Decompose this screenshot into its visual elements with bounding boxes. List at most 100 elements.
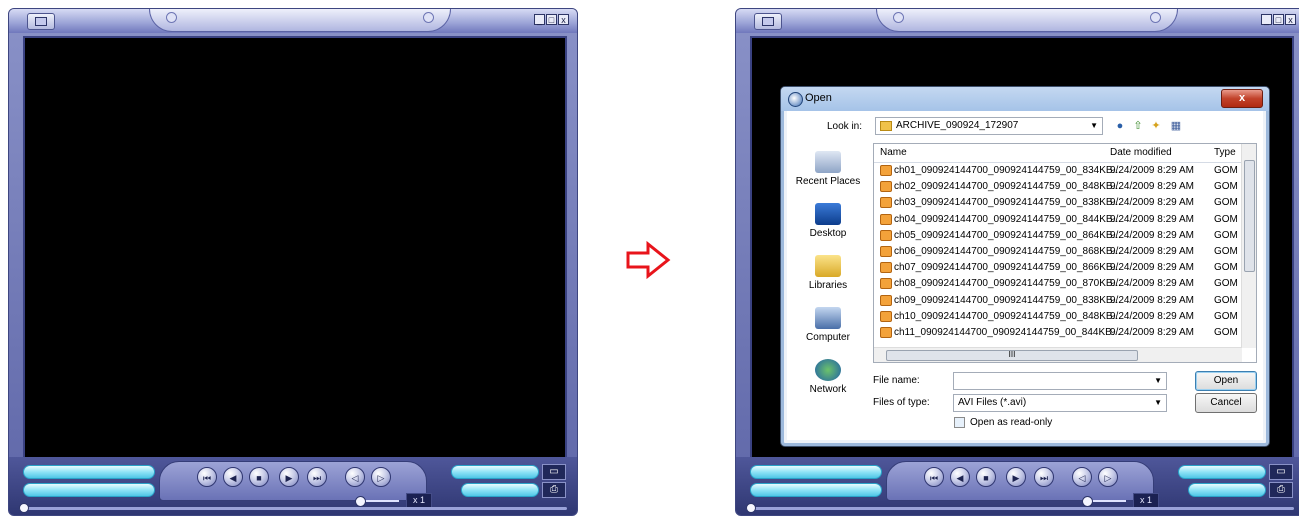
file-date: 9/24/2009 8:29 AM: [1110, 262, 1194, 274]
place-computer[interactable]: Computer: [793, 307, 863, 343]
notch-dot: [423, 12, 434, 23]
view-menu-icon[interactable]: ▦: [1169, 119, 1183, 133]
player-titlebar[interactable]: _ □ x: [736, 9, 1299, 33]
dialog-close-button[interactable]: x: [1221, 89, 1263, 108]
file-type: GOM I: [1214, 245, 1244, 257]
skip-back-icon[interactable]: ⏮: [197, 467, 217, 487]
place-libraries[interactable]: Libraries: [793, 255, 863, 291]
file-list[interactable]: Name Date modified Type ch01_09092414470…: [873, 143, 1257, 363]
seek-bar[interactable]: [746, 507, 1294, 510]
dialog-titlebar[interactable]: Open x: [781, 87, 1269, 111]
skip-forward-icon[interactable]: ⏭: [1034, 467, 1054, 487]
vertical-scroll-thumb[interactable]: [1244, 160, 1255, 272]
cancel-button[interactable]: Cancel: [1195, 393, 1257, 413]
maximize-button[interactable]: □: [546, 14, 557, 25]
maximize-button[interactable]: □: [1273, 14, 1284, 25]
seek-knob[interactable]: [746, 503, 756, 513]
folder-icon: [880, 121, 892, 131]
open-file-dialog: Open x Look in: ARCHIVE_090924_172907 ▼ …: [780, 86, 1270, 447]
file-row[interactable]: ch11_090924144700_090924144759_00_844KB.…: [874, 325, 1243, 341]
read-only-checkbox[interactable]: [954, 417, 965, 428]
recent-places-icon: [815, 151, 841, 173]
file-date: 9/24/2009 8:29 AM: [1110, 213, 1194, 225]
up-folder-icon[interactable]: ⇧: [1131, 119, 1145, 133]
video-file-icon: [880, 262, 892, 274]
file-date: 9/24/2009 8:29 AM: [1110, 310, 1194, 322]
frame-back-icon[interactable]: ◁: [1072, 467, 1092, 487]
column-name[interactable]: Name: [880, 147, 907, 158]
stop-icon[interactable]: ■: [976, 467, 996, 487]
info-bar-top: [750, 465, 882, 479]
column-date-modified[interactable]: Date modified: [1110, 147, 1172, 158]
file-row[interactable]: ch03_090924144700_090924144759_00_838KB.…: [874, 195, 1243, 211]
speed-slider-knob[interactable]: [1082, 496, 1093, 507]
frame-forward-icon[interactable]: ▷: [371, 467, 391, 487]
open-folder-icon[interactable]: ▭: [542, 464, 566, 480]
desktop-icon: [815, 203, 841, 225]
open-button[interactable]: Open: [1195, 371, 1257, 391]
file-row[interactable]: ch09_090924144700_090924144759_00_838KB.…: [874, 293, 1243, 309]
frame-forward-icon[interactable]: ▷: [1098, 467, 1118, 487]
file-date: 9/24/2009 8:29 AM: [1110, 278, 1194, 290]
file-row[interactable]: ch10_090924144700_090924144759_00_848KB.…: [874, 309, 1243, 325]
player-titlebar[interactable]: _ □ x: [9, 9, 577, 33]
file-row[interactable]: ch08_090924144700_090924144759_00_870KB.…: [874, 276, 1243, 292]
place-label: Desktop: [809, 228, 847, 239]
print-icon[interactable]: ⎙: [1269, 482, 1293, 498]
app-menu-icon[interactable]: [27, 13, 55, 30]
libraries-icon: [815, 255, 841, 277]
chevron-down-icon[interactable]: ▼: [1154, 373, 1162, 389]
horizontal-scroll-thumb[interactable]: III: [886, 350, 1138, 361]
video-file-icon: [880, 326, 892, 338]
file-name-input[interactable]: ▼: [953, 372, 1167, 390]
seek-bar[interactable]: [19, 507, 567, 510]
file-type: GOM I: [1214, 229, 1244, 241]
file-row[interactable]: ch02_090924144700_090924144759_00_848KB.…: [874, 179, 1243, 195]
frame-back-icon[interactable]: ◁: [345, 467, 365, 487]
place-network[interactable]: Network: [793, 359, 863, 395]
file-date: 9/24/2009 8:29 AM: [1110, 294, 1194, 306]
file-row[interactable]: ch04_090924144700_090924144759_00_844KB.…: [874, 212, 1244, 228]
rewind-icon[interactable]: ◀: [223, 467, 243, 487]
video-file-icon: [880, 197, 892, 209]
look-in-select[interactable]: ARCHIVE_090924_172907 ▼: [875, 117, 1103, 135]
play-icon[interactable]: ▶: [1006, 467, 1026, 487]
back-icon[interactable]: ●: [1113, 119, 1127, 133]
seek-knob[interactable]: [19, 503, 29, 513]
file-name: ch03_090924144700_090924144759_00_838KB.…: [894, 197, 1121, 209]
files-of-type-select[interactable]: AVI Files (*.avi) ▼: [953, 394, 1167, 412]
file-name: ch06_090924144700_090924144759_00_868KB.…: [894, 245, 1121, 257]
speed-slider-knob[interactable]: [355, 496, 366, 507]
minimize-button[interactable]: _: [534, 14, 545, 25]
app-menu-icon[interactable]: [754, 13, 782, 30]
file-row[interactable]: ch07_090924144700_090924144759_00_866KB.…: [874, 260, 1243, 276]
file-type: GOM I: [1214, 213, 1244, 225]
vertical-scrollbar[interactable]: [1241, 144, 1256, 348]
stop-icon[interactable]: ■: [249, 467, 269, 487]
column-type[interactable]: Type: [1214, 147, 1236, 158]
open-folder-icon[interactable]: ▭: [1269, 464, 1293, 480]
new-folder-icon[interactable]: ✦: [1149, 119, 1163, 133]
title-notch: [876, 9, 1178, 32]
skip-back-icon[interactable]: ⏮: [924, 467, 944, 487]
rewind-icon[interactable]: ◀: [950, 467, 970, 487]
close-button[interactable]: x: [558, 14, 569, 25]
horizontal-scrollbar[interactable]: III: [874, 347, 1242, 362]
file-date: 9/24/2009 8:29 AM: [1110, 229, 1194, 241]
skip-forward-icon[interactable]: ⏭: [307, 467, 327, 487]
file-name: ch09_090924144700_090924144759_00_838KB.…: [894, 294, 1121, 306]
print-icon[interactable]: ⎙: [542, 482, 566, 498]
chevron-down-icon[interactable]: ▼: [1154, 395, 1162, 411]
info-bar-right-bottom: [1188, 483, 1266, 497]
minimize-button[interactable]: _: [1261, 14, 1272, 25]
file-row[interactable]: ch01_090924144700_090924144759_00_834KB.…: [874, 163, 1243, 179]
play-icon[interactable]: ▶: [279, 467, 299, 487]
place-desktop[interactable]: Desktop: [793, 203, 863, 239]
file-row[interactable]: ch05_090924144700_090924144759_00_864KB.…: [874, 228, 1244, 244]
file-row[interactable]: ch06_090924144700_090924144759_00_868KB.…: [874, 244, 1244, 260]
player-window-before: _ □ x ⏮ ◀ ■ ▶ ⏭ ◁ ▷ x 1 ▭ ⎙: [8, 8, 578, 516]
place-recent-places[interactable]: Recent Places: [793, 151, 863, 187]
close-button[interactable]: x: [1285, 14, 1296, 25]
video-screen[interactable]: [23, 36, 567, 461]
file-name: ch04_090924144700_090924144759_00_844KB.…: [894, 213, 1121, 225]
